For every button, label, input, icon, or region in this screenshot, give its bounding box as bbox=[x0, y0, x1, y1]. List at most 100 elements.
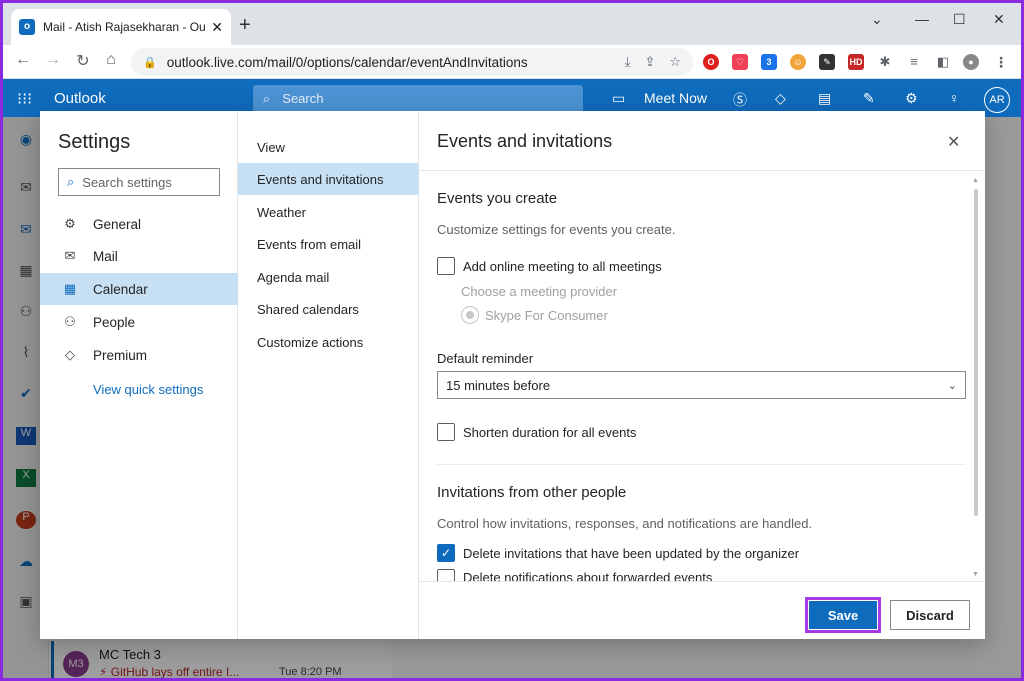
tab-title: Mail - Atish Rajasekharan - Outlo bbox=[43, 20, 206, 34]
puzzle-extensions-icon[interactable]: ✱ bbox=[877, 54, 893, 70]
category-label: People bbox=[93, 314, 136, 330]
install-icon[interactable]: ⤓ bbox=[625, 54, 631, 70]
tab-close-icon[interactable]: ✕ bbox=[211, 19, 223, 36]
close-icon[interactable]: ✕ bbox=[947, 132, 960, 152]
add-online-meeting-checkbox[interactable] bbox=[437, 257, 455, 275]
face-extension-icon[interactable]: ☺ bbox=[790, 54, 806, 70]
calendar-icon: ▦ bbox=[63, 281, 77, 296]
skype-icon[interactable]: Ⓢ bbox=[733, 90, 747, 110]
outlook-brand[interactable]: Outlook bbox=[54, 90, 106, 107]
settings-dialog: Settings ⌕ Search settings ⚙ General ✉ M… bbox=[40, 111, 985, 639]
subcategory-events-from-email[interactable]: Events from email bbox=[238, 228, 419, 260]
home-icon[interactable]: ⌂ bbox=[101, 51, 121, 69]
subcategory-agenda-mail[interactable]: Agenda mail bbox=[238, 261, 419, 293]
address-bar[interactable]: 🔒 outlook.live.com/mail/0/options/calend… bbox=[131, 48, 693, 76]
subcategory-view[interactable]: View bbox=[238, 131, 419, 163]
opera-extension-icon[interactable]: O bbox=[703, 54, 719, 70]
browser-tab[interactable]: o Mail - Atish Rajasekharan - Outlo ✕ bbox=[11, 9, 231, 45]
skype-provider-label: Skype For Consumer bbox=[485, 307, 608, 323]
profile-avatar-icon[interactable]: ● bbox=[963, 54, 979, 70]
shorten-duration-checkbox[interactable] bbox=[437, 423, 455, 441]
office-icon[interactable]: ▤ bbox=[818, 90, 831, 107]
lock-icon: 🔒 bbox=[143, 56, 157, 69]
delete-forwarded-notifications-checkbox-row[interactable]: Delete notifications about forwarded eve… bbox=[437, 569, 712, 581]
compose-note-icon[interactable]: ✎ bbox=[863, 90, 875, 107]
category-mail[interactable]: ✉ Mail bbox=[40, 240, 238, 272]
search-settings-input[interactable]: ⌕ Search settings bbox=[58, 168, 220, 196]
account-avatar[interactable]: AR bbox=[984, 87, 1010, 113]
meet-now-button[interactable]: Meet Now bbox=[644, 90, 707, 106]
scrollbar-thumb[interactable] bbox=[974, 189, 978, 516]
delete-forwarded-notifications-label: Delete notifications about forwarded eve… bbox=[463, 570, 713, 581]
tips-lightbulb-icon[interactable]: ♀ bbox=[949, 90, 960, 106]
footer-divider bbox=[419, 581, 985, 582]
app-launcher-icon[interactable]: ⁝⁝⁝ bbox=[17, 89, 32, 109]
add-online-meeting-label: Add online meeting to all meetings bbox=[463, 258, 662, 274]
settings-gear-icon[interactable]: ⚙ bbox=[905, 90, 918, 107]
invitations-description: Control how invitations, responses, and … bbox=[437, 516, 813, 531]
scroll-down-icon[interactable]: ▼ bbox=[972, 571, 979, 578]
skype-provider-radio[interactable] bbox=[461, 306, 479, 324]
forward-icon[interactable]: → bbox=[43, 51, 63, 69]
media-control-icon[interactable]: ≡ bbox=[906, 54, 922, 70]
delete-updated-invitations-checkbox-row[interactable]: ✓ Delete invitations that have been upda… bbox=[437, 544, 799, 562]
add-online-meeting-checkbox-row[interactable]: Add online meeting to all meetings bbox=[437, 257, 662, 275]
divider bbox=[419, 170, 985, 171]
envelope-icon: ✉ bbox=[64, 248, 76, 263]
video-camera-icon[interactable]: ▭ bbox=[612, 90, 625, 107]
bookmark-star-icon[interactable]: ☆ bbox=[669, 54, 681, 70]
search-settings-placeholder: Search settings bbox=[82, 174, 172, 190]
choose-provider-label: Choose a meeting provider bbox=[461, 284, 618, 299]
category-people[interactable]: ⚇ People bbox=[40, 306, 238, 338]
category-calendar[interactable]: ▦ Calendar bbox=[40, 273, 238, 305]
delete-updated-invitations-checkbox[interactable]: ✓ bbox=[437, 544, 455, 562]
save-button-highlight: Save bbox=[805, 597, 881, 633]
default-reminder-value: 15 minutes before bbox=[446, 377, 551, 393]
pen-extension-icon[interactable]: ✎ bbox=[819, 54, 835, 70]
side-panel-icon[interactable]: ◧ bbox=[935, 54, 951, 70]
subcategory-shared-calendars[interactable]: Shared calendars bbox=[238, 293, 419, 325]
new-tab-icon[interactable]: + bbox=[239, 15, 251, 35]
default-reminder-label: Default reminder bbox=[437, 351, 534, 366]
minimize-icon[interactable]: — bbox=[915, 11, 929, 27]
events-you-create-description: Customize settings for events you create… bbox=[437, 222, 676, 237]
tab-strip: o Mail - Atish Rajasekharan - Outlo ✕ + … bbox=[3, 3, 1021, 45]
tab-search-chevron-icon[interactable]: ⌄ bbox=[871, 11, 883, 28]
subcategory-customize-actions[interactable]: Customize actions bbox=[238, 326, 419, 358]
reload-icon[interactable]: ↻ bbox=[73, 51, 93, 71]
back-icon[interactable]: ← bbox=[13, 51, 33, 69]
invitations-heading: Invitations from other people bbox=[437, 484, 627, 501]
category-premium[interactable]: ◇ Premium bbox=[40, 339, 238, 371]
maximize-icon[interactable]: ☐ bbox=[953, 11, 966, 28]
search-icon: ⌕ bbox=[67, 174, 75, 189]
browser-window: o Mail - Atish Rajasekharan - Outlo ✕ + … bbox=[3, 3, 1021, 678]
category-label: Calendar bbox=[93, 281, 148, 297]
outlook-favicon-icon: o bbox=[19, 19, 35, 35]
browser-menu-icon[interactable]: ⋮ bbox=[993, 54, 1009, 70]
delete-forwarded-notifications-checkbox[interactable] bbox=[437, 569, 455, 581]
calendar-subcategories-panel: View Events and invitations Weather Even… bbox=[238, 111, 419, 639]
gear-icon: ⚙ bbox=[64, 216, 76, 231]
save-button[interactable]: Save bbox=[809, 601, 877, 629]
pocket-extension-icon[interactable]: ♡ bbox=[732, 54, 748, 70]
view-quick-settings-link[interactable]: View quick settings bbox=[93, 382, 203, 397]
category-label: Mail bbox=[93, 248, 118, 264]
window-close-icon[interactable]: ✕ bbox=[993, 11, 1005, 28]
hd-extension-icon[interactable]: HD bbox=[848, 54, 864, 70]
chevron-down-icon: ⌄ bbox=[947, 379, 957, 392]
skype-provider-radio-row[interactable]: Skype For Consumer bbox=[461, 306, 608, 324]
share-icon[interactable]: ⇪ bbox=[644, 54, 655, 70]
subcategory-events-and-invitations[interactable]: Events and invitations bbox=[238, 163, 419, 195]
default-reminder-dropdown[interactable]: 15 minutes before ⌄ bbox=[437, 371, 966, 399]
discard-button[interactable]: Discard bbox=[890, 600, 970, 630]
outlook-search-placeholder: Search bbox=[282, 91, 324, 106]
category-general[interactable]: ⚙ General bbox=[40, 208, 238, 240]
settings-title: Settings bbox=[58, 131, 131, 153]
scroll-up-icon[interactable]: ▲ bbox=[972, 177, 979, 184]
shorten-duration-label: Shorten duration for all events bbox=[463, 424, 637, 440]
shorten-duration-checkbox-row[interactable]: Shorten duration for all events bbox=[437, 423, 636, 441]
premium-diamond-icon[interactable]: ◇ bbox=[775, 90, 786, 107]
subcategory-weather[interactable]: Weather bbox=[238, 196, 419, 228]
outlook-search-box[interactable]: ⌕ Search bbox=[253, 85, 583, 112]
extension-badge-icon[interactable]: 3 bbox=[761, 54, 777, 70]
